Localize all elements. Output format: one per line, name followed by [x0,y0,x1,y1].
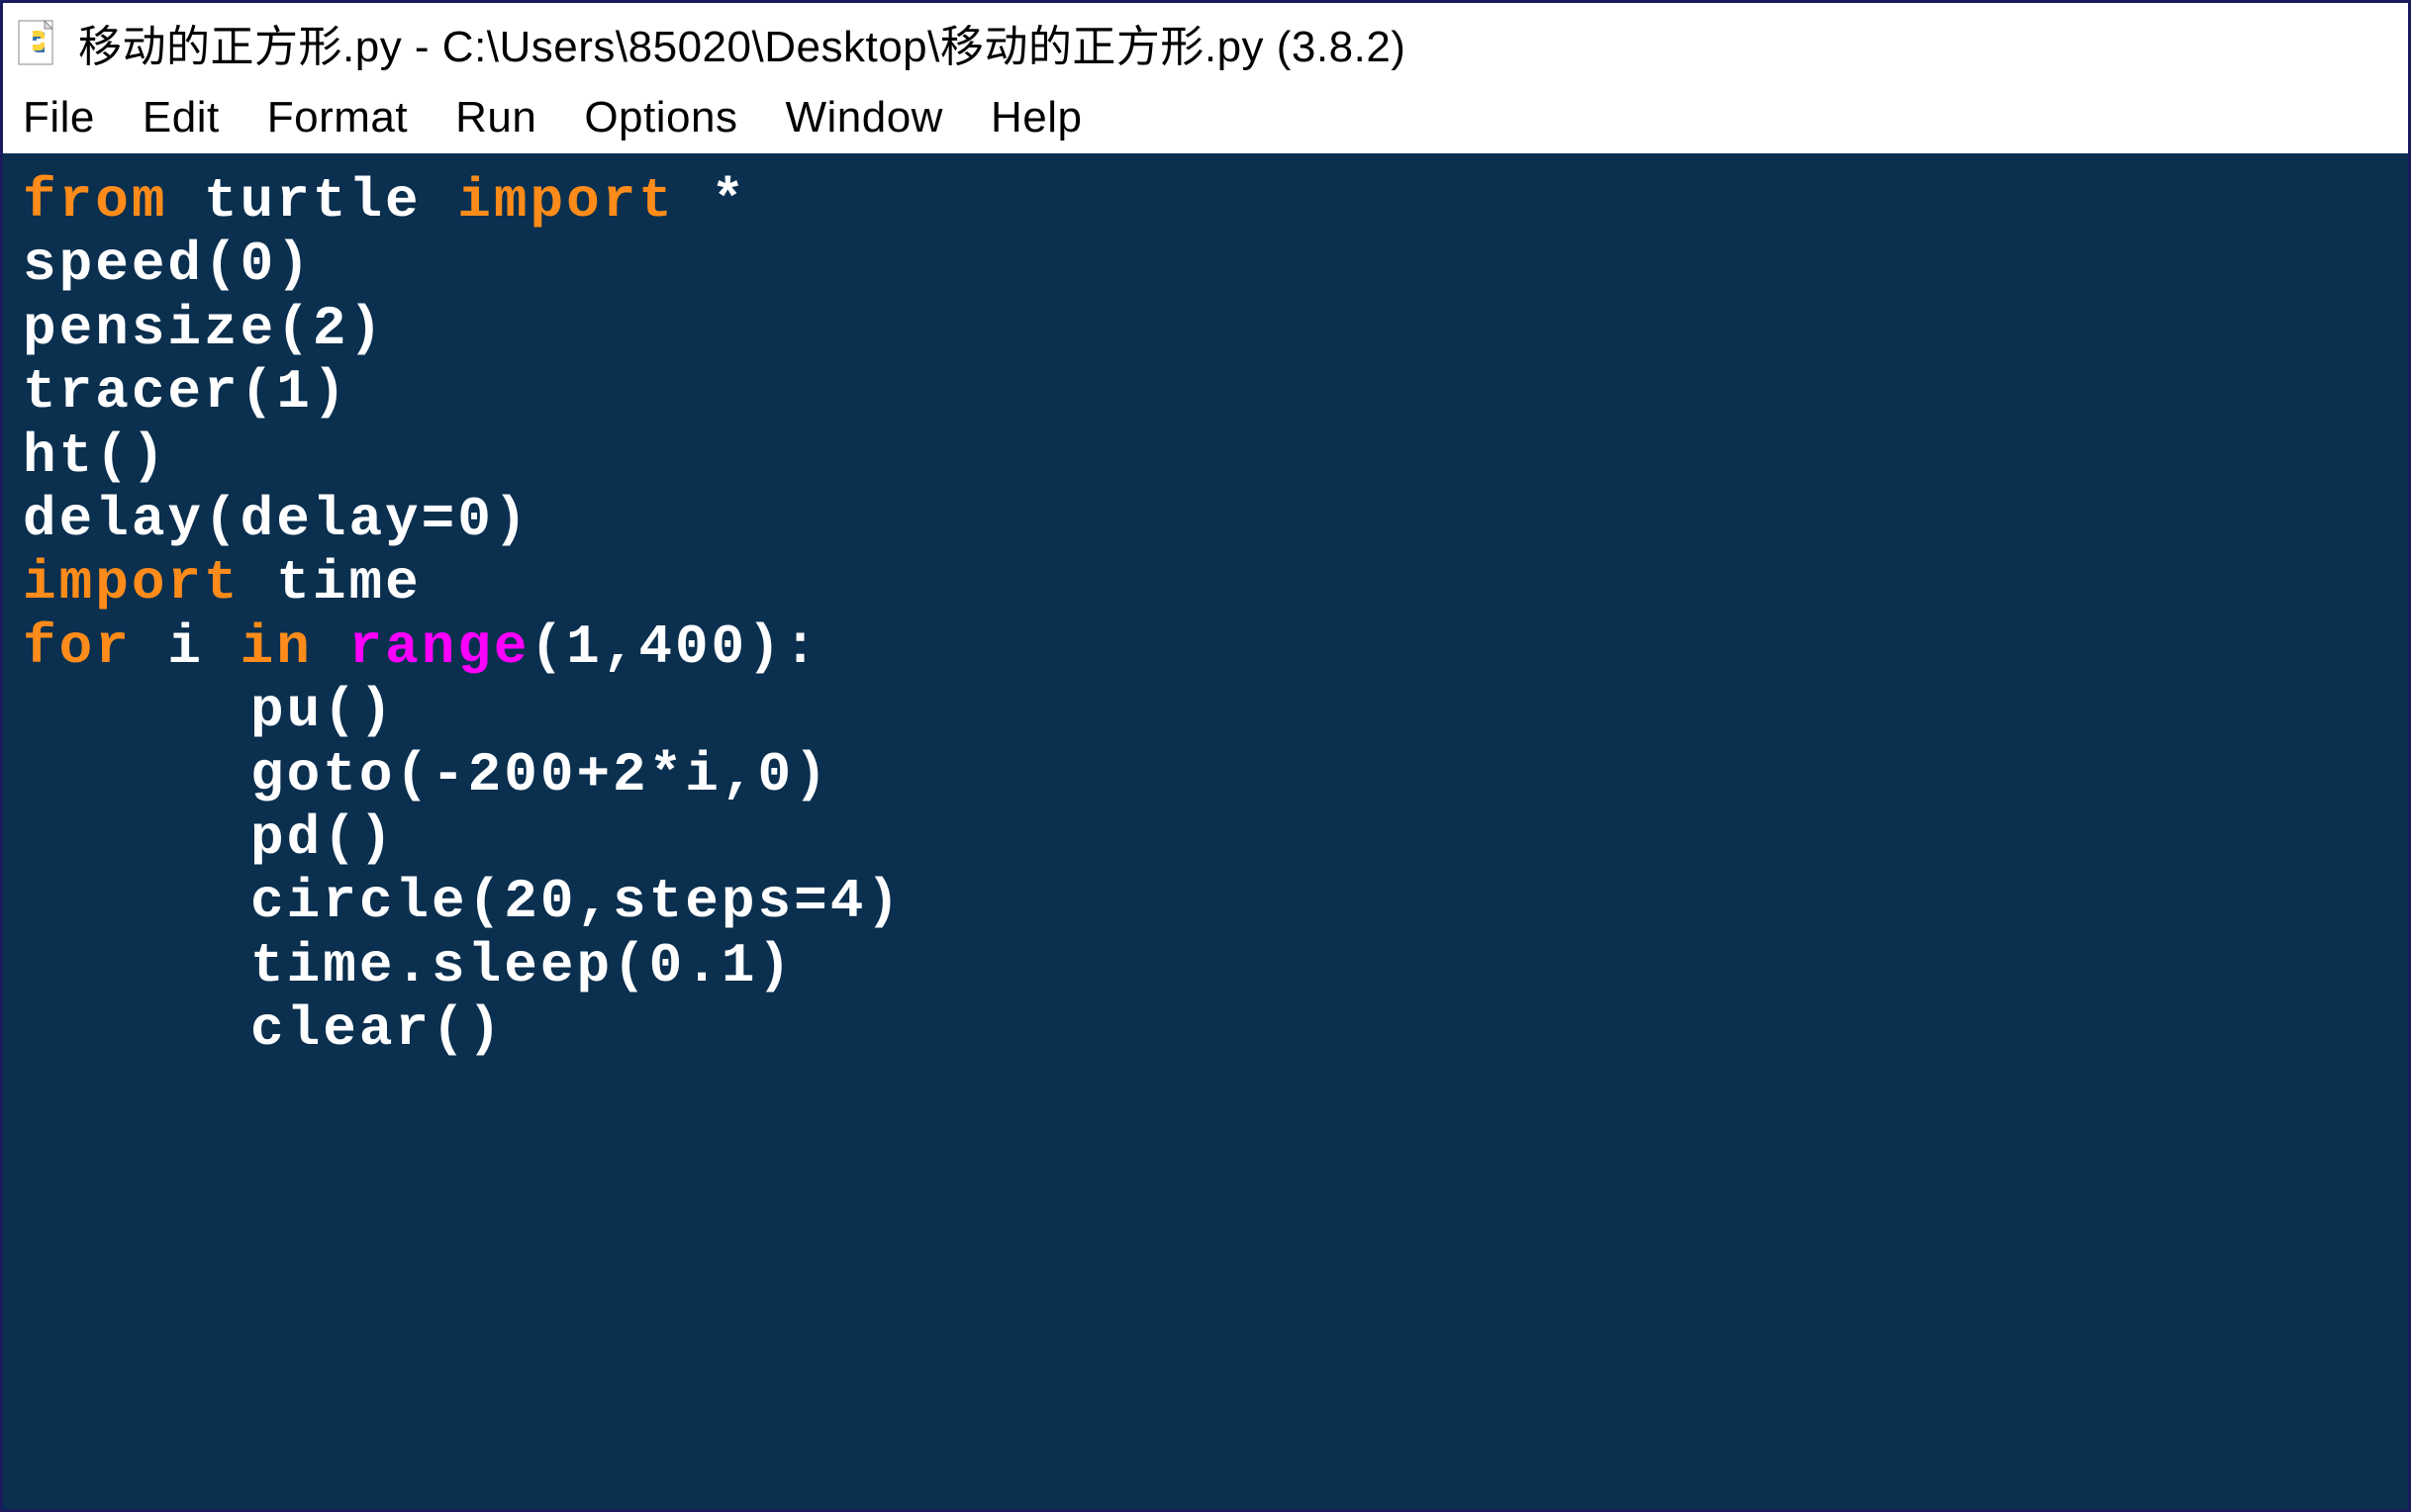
code-text: (1,400): [530,615,820,679]
code-text: time [241,551,422,614]
keyword-in: in [241,615,313,679]
code-editor[interactable]: from turtle import * speed(0) pensize(2)… [3,153,2408,1509]
keyword-import: import [457,169,675,233]
code-text [313,615,349,679]
code-line-7: import time [23,551,422,614]
window-title: 移动的正方形.py - C:\Users\85020\Desktop\移动的正方… [78,11,1405,74]
builtin-range: range [348,615,530,679]
code-line-11: pd() [250,806,395,870]
code-line-14: clear() [250,997,504,1061]
code-text: turtle [167,169,457,233]
code-line-6: delay(delay=0) [23,488,530,551]
code-line-9: pu() [250,679,395,742]
code-line-12: circle(20,steps=4) [250,870,903,933]
code-line-13: time.sleep(0.1) [250,934,794,997]
keyword-for: for [23,615,132,679]
code-line-3: pensize(2) [23,297,385,360]
keyword-import: import [23,551,241,614]
menu-run[interactable]: Run [455,93,536,142]
menu-edit[interactable]: Edit [143,93,220,142]
code-line-8: for i in range(1,400): [23,615,820,679]
code-text: i [132,615,241,679]
menu-format[interactable]: Format [267,93,408,142]
menu-options[interactable]: Options [584,93,737,142]
menu-bar: File Edit Format Run Options Window Help [3,82,2408,153]
python-file-icon [15,19,62,66]
code-line-5: ht() [23,425,167,488]
menu-file[interactable]: File [23,93,95,142]
menu-help[interactable]: Help [991,93,1083,142]
code-line-2: speed(0) [23,233,313,296]
keyword-from: from [23,169,167,233]
code-line-1: from turtle import * [23,169,747,233]
code-line-10: goto(-200+2*i,0) [250,743,830,806]
code-line-4: tracer(1) [23,360,348,424]
title-bar: 移动的正方形.py - C:\Users\85020\Desktop\移动的正方… [3,3,2408,82]
menu-window[interactable]: Window [785,93,943,142]
code-text: * [675,169,747,233]
